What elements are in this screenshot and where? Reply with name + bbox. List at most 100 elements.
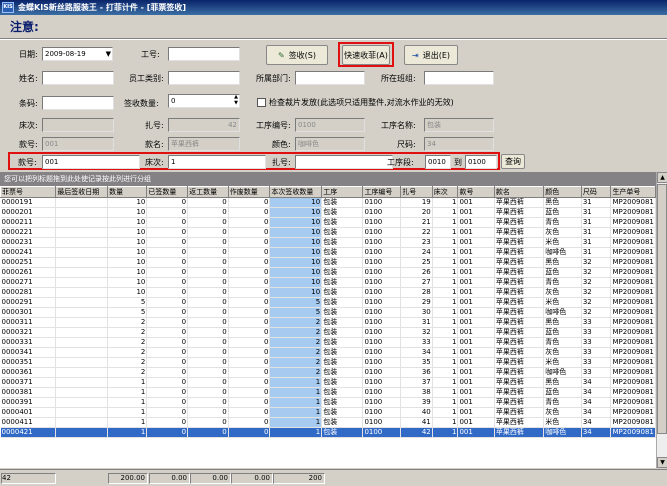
table-row[interactable]: 0000421 1 0 0 0 1 包装 0100 42 1 001 苹果西裤 咖啡色 34 MP20090… [0, 427, 656, 438]
column-header[interactable]: 作废数量 [227, 186, 271, 198]
table-row[interactable]: 0000241 10 0 0 0 10 包装 0100 24 1 001 苹果西裤 咖啡色 31 MP200… [0, 247, 656, 258]
column-header[interactable]: 已签数量 [146, 186, 189, 198]
table-row[interactable]: 0000341 2 0 0 0 2 包装 0100 34 1 001 苹果西裤 灰色 33 MP200908… [0, 347, 656, 358]
table-cell: 34 [581, 427, 612, 438]
color-input: 咖啡色 [295, 137, 365, 151]
table-cell: 0 [187, 237, 229, 248]
filter-proc-from-input[interactable]: 0010 [425, 155, 451, 169]
column-header[interactable]: 最后签收日期 [55, 186, 109, 198]
table-cell [55, 407, 109, 418]
vertical-scrollbar[interactable]: ▲ ▼ [656, 172, 667, 468]
table-cell: 10 [107, 207, 148, 218]
table-cell: 34 [581, 387, 612, 398]
table-cell: 1 [269, 377, 323, 388]
group-input[interactable] [424, 71, 494, 85]
table-cell: 0100 [362, 197, 402, 208]
table-row[interactable]: 0000331 2 0 0 0 2 包装 0100 33 1 001 苹果西裤 青色 33 MP200908… [0, 337, 656, 348]
table-row[interactable]: 0000251 10 0 0 0 10 包装 0100 25 1 001 苹果西裤 黑色 32 MP2009… [0, 257, 656, 268]
table-row[interactable]: 0000351 2 0 0 0 2 包装 0100 35 1 001 苹果西裤 米色 33 MP200908… [0, 357, 656, 368]
check-cut-option[interactable]: 检查裁片发放(此选项只适用整件,对流水作业的无效) [257, 97, 454, 108]
column-header[interactable]: 颜色 [543, 186, 582, 198]
qty-stepper[interactable]: 0 ▲ ▼ [168, 94, 240, 108]
table-cell: 1 [432, 237, 459, 248]
column-header[interactable]: 尺码 [580, 186, 612, 198]
table-row[interactable]: 0000221 10 0 0 0 10 包装 0100 22 1 001 苹果西裤 灰色 31 MP2009… [0, 227, 656, 238]
qty-label: 签收数量: [124, 99, 159, 108]
filter-bed-input[interactable]: 1 [168, 155, 266, 169]
table-cell: 米色 [543, 297, 582, 308]
table-cell: 001 [457, 387, 495, 398]
footer-void: 0.00 [231, 473, 273, 484]
group-by-hint[interactable]: 您可以把列标题拖到此处使记录按此列进行分组 [0, 172, 667, 186]
table-row[interactable]: 0000361 2 0 0 0 2 包装 0100 36 1 001 苹果西裤 咖啡色 33 MP20090… [0, 367, 656, 378]
scroll-down-icon[interactable]: ▼ [657, 457, 667, 468]
query-button[interactable]: 查询 [501, 154, 525, 169]
table-cell: 0100 [362, 287, 402, 298]
table-row[interactable]: 0000261 10 0 0 0 10 包装 0100 26 1 001 苹果西裤 蓝色 32 MP2009… [0, 267, 656, 278]
table-row[interactable]: 0000381 1 0 0 0 1 包装 0100 38 1 001 苹果西裤 蓝色 34 MP200908… [0, 387, 656, 398]
table-cell: 米色 [543, 237, 582, 248]
barcode-input[interactable] [42, 96, 114, 110]
table-cell [55, 337, 109, 348]
table-cell: 咖啡色 [543, 427, 582, 438]
chevron-down-icon[interactable]: ▼ [106, 48, 111, 60]
exit-button[interactable]: ⇥ 退出(E) [404, 45, 458, 65]
table-cell: 苹果西裤 [494, 237, 545, 248]
data-grid[interactable]: 菲票号 最后签收日期 数量 已签数量 返工数量 作废数量 本次签收数量 工序 工序编号 扎号 床次款… [0, 186, 656, 468]
scroll-up-icon[interactable]: ▲ [657, 172, 667, 183]
table-row[interactable]: 0000391 1 0 0 0 1 包装 0100 39 1 001 苹果西裤 青色 34 MP200908… [0, 397, 656, 408]
table-cell: 001 [457, 277, 495, 288]
emp-type-input[interactable] [168, 71, 240, 85]
table-cell: 2 [269, 317, 323, 328]
name-input[interactable] [42, 71, 114, 85]
filter-tie-input[interactable] [295, 155, 393, 169]
table-cell: MP2009081 [610, 197, 656, 208]
sign-button[interactable]: ✎ 签收(S) [266, 45, 328, 65]
table-cell [55, 387, 109, 398]
column-header[interactable]: 工序编号 [362, 186, 402, 198]
table-row[interactable]: 0000301 5 0 0 0 5 包装 0100 30 1 001 苹果西裤 咖啡色 32 MP20090… [0, 307, 656, 318]
table-cell: 1 [107, 417, 148, 428]
table-row[interactable]: 0000311 2 0 0 0 2 包装 0100 31 1 001 苹果西裤 黑色 33 MP200908… [0, 317, 656, 328]
table-cell: 0 [146, 247, 189, 258]
stepper-arrows-icon[interactable]: ▲ ▼ [234, 95, 238, 106]
table-row[interactable]: 0000211 10 0 0 0 10 包装 0100 21 1 001 苹果西裤 青色 31 MP2009… [0, 217, 656, 228]
table-row[interactable]: 0000401 1 0 0 0 1 包装 0100 40 1 001 苹果西裤 灰色 34 MP200908… [0, 407, 656, 418]
worker-no-input[interactable] [168, 47, 240, 61]
table-cell: 苹果西裤 [494, 277, 545, 288]
column-header[interactable]: 返工数量 [187, 186, 229, 198]
table-row[interactable]: 0000371 1 0 0 0 1 包装 0100 37 1 001 苹果西裤 黑色 34 MP200908… [0, 377, 656, 388]
table-row[interactable]: 0000321 2 0 0 0 2 包装 0100 32 1 001 苹果西裤 蓝色 33 MP200908… [0, 327, 656, 338]
table-row[interactable]: 0000191 10 0 0 0 10 包装 0100 19 1 001 苹果西裤 黑色 31 MP2009… [0, 197, 656, 208]
table-row[interactable]: 0000231 10 0 0 0 10 包装 0100 23 1 001 苹果西裤 米色 31 MP2009… [0, 237, 656, 248]
table-row[interactable]: 0000411 1 0 0 0 1 包装 0100 41 1 001 苹果西裤 米色 34 MP200908… [0, 417, 656, 428]
column-header[interactable]: 床次 [431, 186, 459, 198]
filter-proc-to-input[interactable]: 0100 [465, 155, 497, 169]
table-cell: 0100 [362, 357, 402, 368]
table-cell: 0000391 [0, 397, 57, 408]
table-row[interactable]: 0000201 10 0 0 0 10 包装 0100 20 1 001 苹果西裤 蓝色 31 MP2009… [0, 207, 656, 218]
filter-style-input[interactable]: 001 [42, 155, 140, 169]
table-row[interactable]: 0000281 10 0 0 0 10 包装 0100 28 1 001 苹果西裤 灰色 32 MP2009… [0, 287, 656, 298]
column-header[interactable]: 本次签收数量 [269, 186, 323, 198]
column-header[interactable]: 数量 [107, 186, 148, 198]
table-row[interactable]: 0000271 10 0 0 0 10 包装 0100 27 1 001 苹果西裤 青色 32 MP2009… [0, 277, 656, 288]
date-picker[interactable]: 2009-08-19 ▼ [42, 47, 113, 61]
table-cell: MP2009081 [610, 317, 656, 328]
table-cell: MP2009081 [610, 377, 656, 388]
scroll-thumb[interactable] [657, 184, 667, 434]
table-row[interactable]: 0000291 5 0 0 0 5 包装 0100 29 1 001 苹果西裤 米色 32 MP200908… [0, 297, 656, 308]
check-cut-checkbox[interactable] [257, 98, 266, 107]
dept-input[interactable] [295, 71, 365, 85]
column-header[interactable]: 生产单号 [610, 186, 656, 198]
column-header[interactable]: 款名 [493, 186, 545, 198]
column-header[interactable]: 扎号 [400, 186, 433, 198]
table-cell: 10 [269, 267, 323, 278]
table-cell [55, 397, 109, 408]
column-header[interactable]: 工序 [321, 186, 364, 198]
style-label: 款号: [19, 140, 38, 149]
column-header[interactable]: 菲票号 [0, 186, 57, 198]
table-cell: 0 [187, 367, 229, 378]
column-header[interactable]: 款号 [457, 186, 495, 198]
table-cell: 0100 [362, 327, 402, 338]
